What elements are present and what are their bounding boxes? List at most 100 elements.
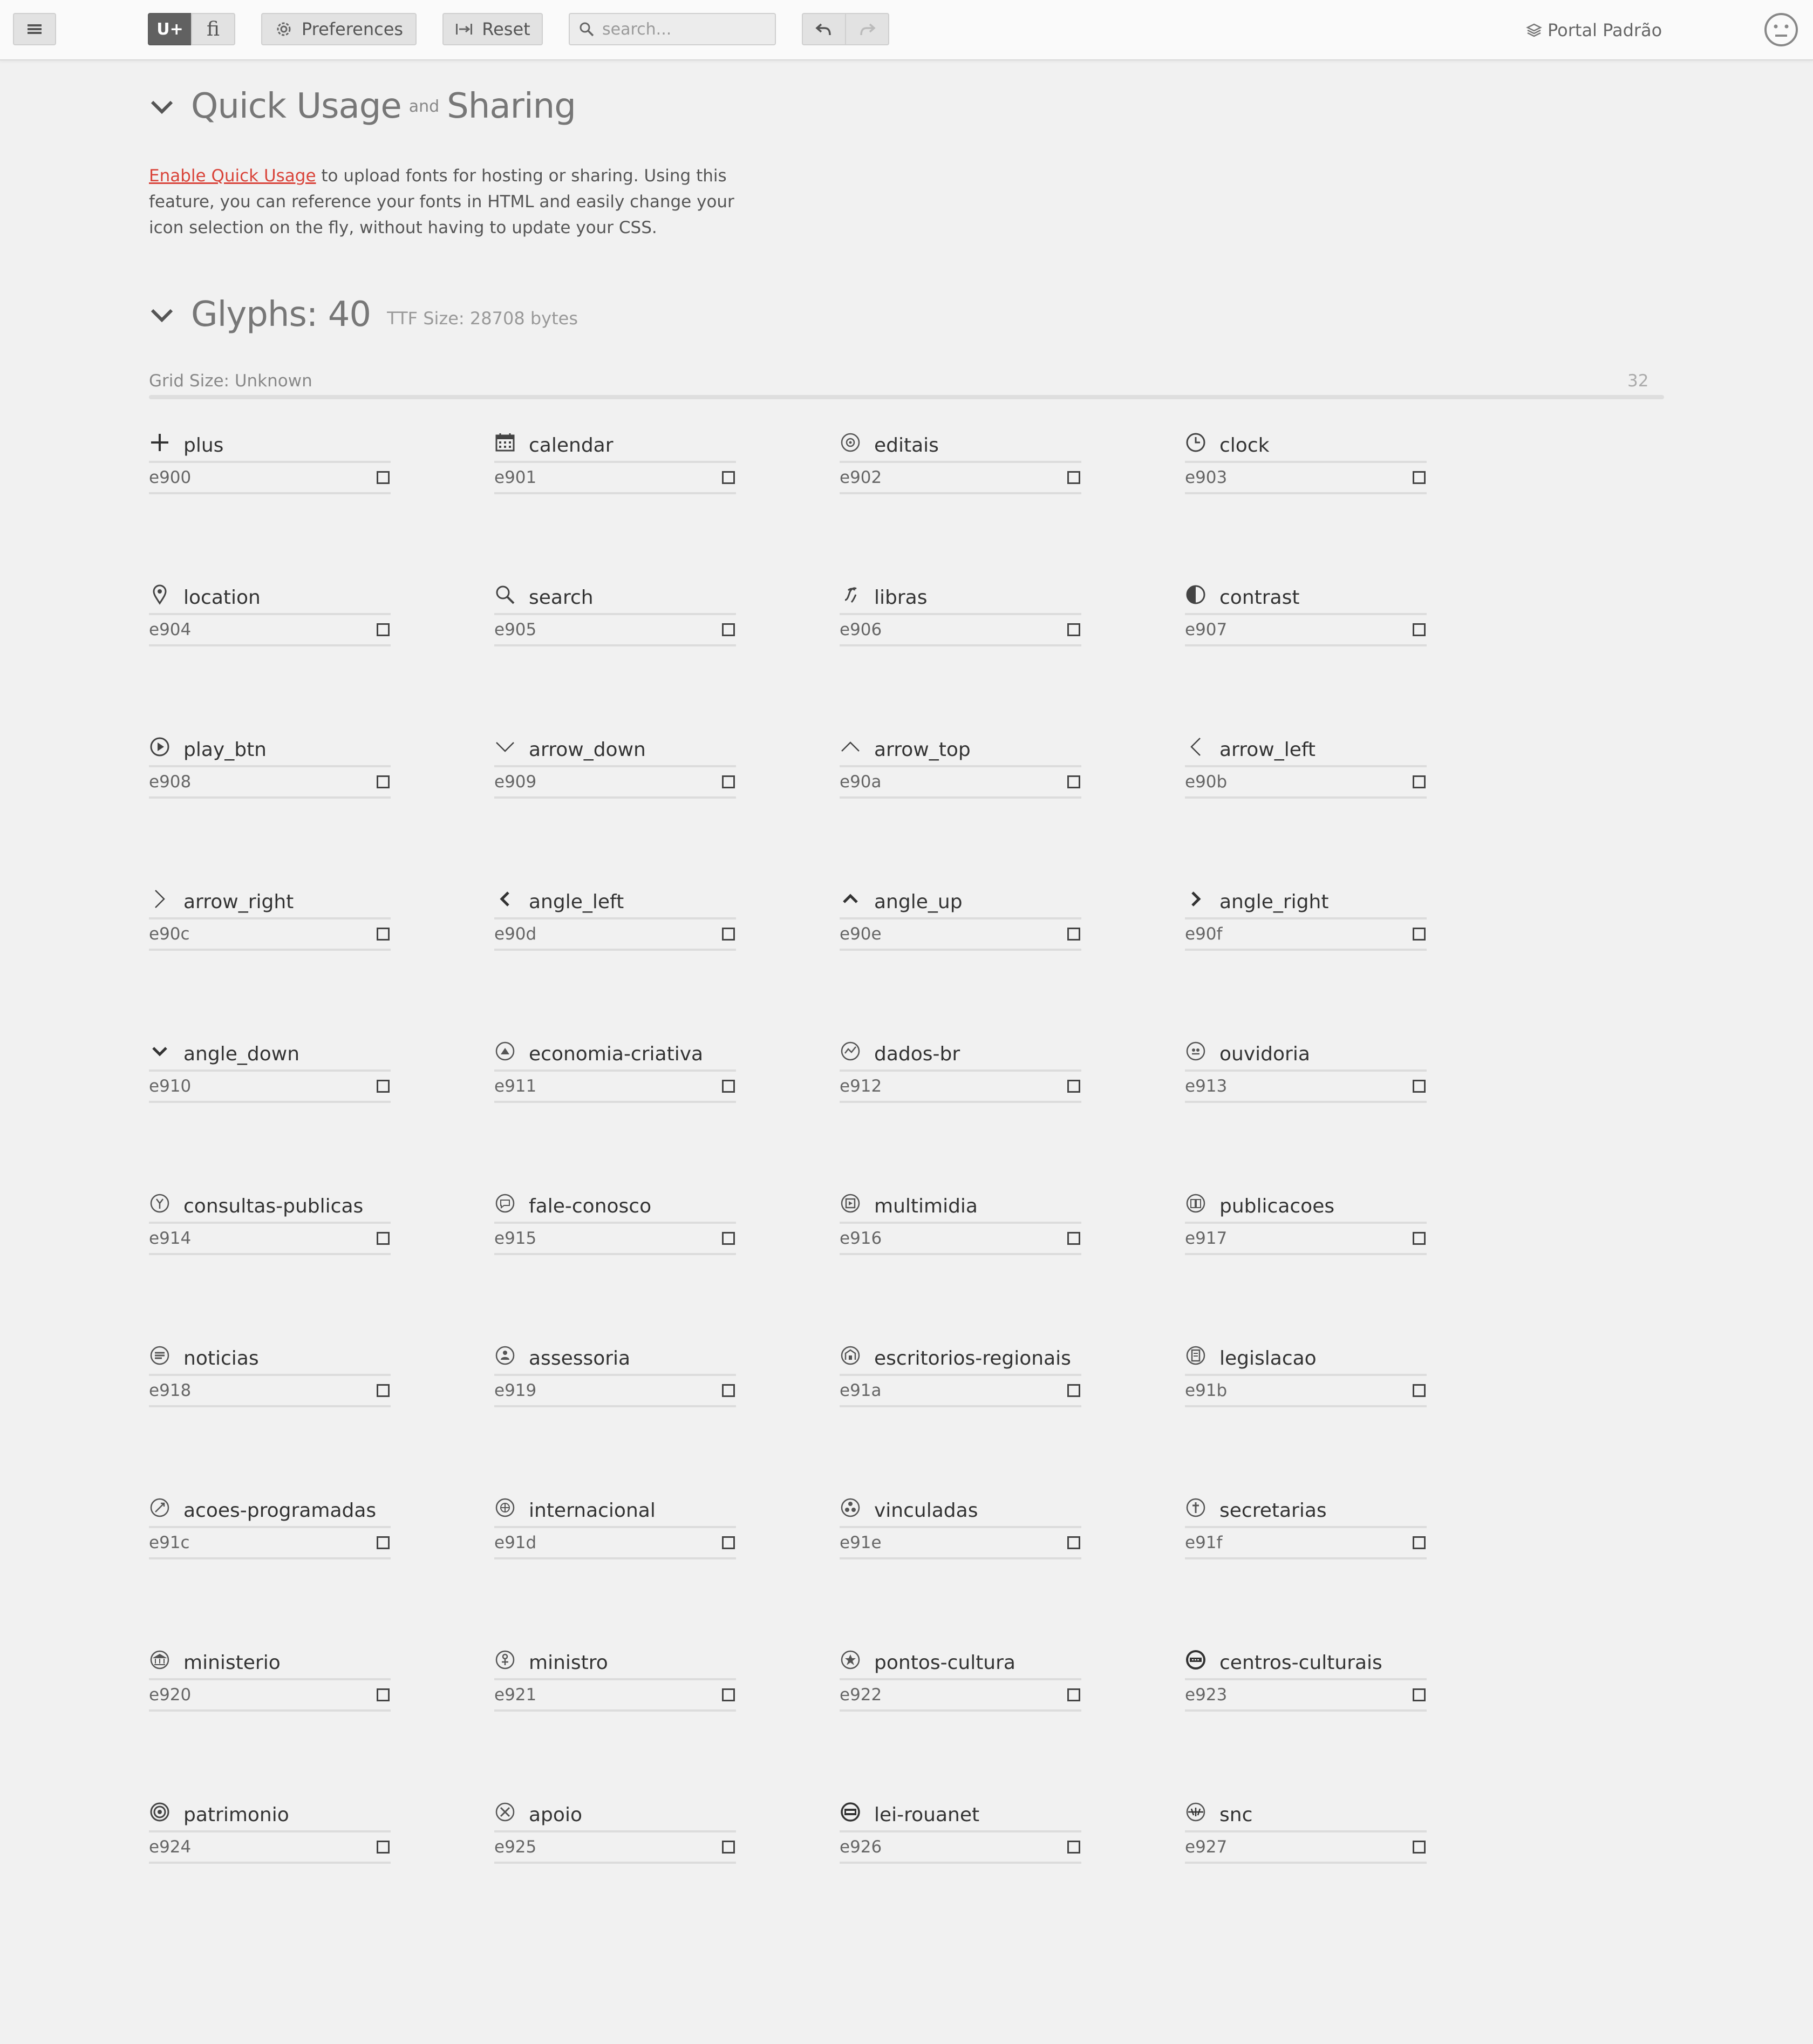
unicode-toggle[interactable]: U+ xyxy=(148,13,192,45)
glyph-card-escritorios-regionais[interactable]: escritorios-regionais e91a xyxy=(840,1339,1081,1409)
glyph-card-angle_up[interactable]: angle_up e90e xyxy=(840,883,1081,953)
glyph-name[interactable]: location xyxy=(183,586,261,610)
glyph-select-checkbox[interactable] xyxy=(1413,1536,1426,1549)
glyph-select-checkbox[interactable] xyxy=(377,1384,390,1397)
calendar-icon[interactable] xyxy=(494,432,516,453)
glyph-code[interactable]: e905 xyxy=(494,620,536,639)
glyph-code[interactable]: e901 xyxy=(494,468,536,487)
acoes-programadas-icon[interactable] xyxy=(149,1497,171,1518)
glyph-select-checkbox[interactable] xyxy=(722,471,735,484)
escritorios-regionais-icon[interactable] xyxy=(840,1345,861,1366)
glyph-code[interactable]: e924 xyxy=(149,1837,191,1857)
assessoria-icon[interactable] xyxy=(494,1345,516,1366)
glyph-card-fale-conosco[interactable]: fale-conosco e915 xyxy=(494,1187,736,1257)
glyph-name[interactable]: ministerio xyxy=(183,1651,281,1675)
glyph-name[interactable]: apoio xyxy=(529,1803,582,1827)
glyph-name[interactable]: search xyxy=(529,586,594,610)
glyph-code[interactable]: e909 xyxy=(494,772,536,792)
grid-size-slider[interactable] xyxy=(149,395,1664,399)
glyph-code[interactable]: e927 xyxy=(1185,1837,1227,1857)
arrow-down-icon[interactable] xyxy=(494,736,516,758)
glyph-code[interactable]: e91d xyxy=(494,1533,536,1552)
fale-conosco-icon[interactable] xyxy=(494,1193,516,1214)
glyph-code[interactable]: e918 xyxy=(149,1381,191,1400)
arrow-left-icon[interactable] xyxy=(1185,736,1207,758)
glyph-card-arrow_left[interactable]: arrow_left e90b xyxy=(1185,731,1427,801)
glyph-name[interactable]: patrimonio xyxy=(183,1803,289,1827)
glyph-select-checkbox[interactable] xyxy=(377,775,390,788)
glyph-name[interactable]: ministro xyxy=(529,1651,608,1675)
glyph-select-checkbox[interactable] xyxy=(722,1080,735,1093)
menu-button[interactable] xyxy=(13,13,56,45)
glyph-name[interactable]: dados-br xyxy=(874,1043,960,1066)
angle-down-icon[interactable] xyxy=(149,1040,171,1062)
glyph-card-apoio[interactable]: apoio e925 xyxy=(494,1796,736,1866)
glyph-select-checkbox[interactable] xyxy=(722,623,735,636)
glyph-select-checkbox[interactable] xyxy=(1067,1841,1080,1854)
glyph-card-libras[interactable]: libras e906 xyxy=(840,578,1081,649)
glyph-card-calendar[interactable]: calendar e901 xyxy=(494,426,736,496)
glyph-select-checkbox[interactable] xyxy=(722,1384,735,1397)
user-avatar-icon[interactable] xyxy=(1763,12,1799,47)
economia-criativa-icon[interactable] xyxy=(494,1040,516,1062)
glyph-select-checkbox[interactable] xyxy=(722,1536,735,1549)
glyph-name[interactable]: publicacoes xyxy=(1219,1195,1334,1218)
glyph-name[interactable]: escritorios-regionais xyxy=(874,1347,1071,1371)
glyph-name[interactable]: contrast xyxy=(1219,586,1299,610)
glyph-select-checkbox[interactable] xyxy=(1067,928,1080,941)
glyph-card-location[interactable]: location e904 xyxy=(149,578,391,649)
glyph-card-noticias[interactable]: noticias e918 xyxy=(149,1339,391,1409)
noticias-icon[interactable] xyxy=(149,1345,171,1366)
glyph-select-checkbox[interactable] xyxy=(377,623,390,636)
glyph-code[interactable]: e904 xyxy=(149,620,191,639)
glyph-select-checkbox[interactable] xyxy=(377,1841,390,1854)
glyph-select-checkbox[interactable] xyxy=(377,471,390,484)
glyph-code[interactable]: e902 xyxy=(840,468,882,487)
glyph-card-multimidia[interactable]: multimidia e916 xyxy=(840,1187,1081,1257)
glyph-select-checkbox[interactable] xyxy=(1067,623,1080,636)
glyph-code[interactable]: e91a xyxy=(840,1381,882,1400)
reset-button[interactable]: Reset xyxy=(442,13,543,45)
glyph-select-checkbox[interactable] xyxy=(377,1536,390,1549)
glyph-select-checkbox[interactable] xyxy=(1413,471,1426,484)
glyph-select-checkbox[interactable] xyxy=(377,1688,390,1701)
glyph-code[interactable]: e922 xyxy=(840,1685,882,1705)
glyph-name[interactable]: arrow_top xyxy=(874,738,971,762)
glyph-name[interactable]: clock xyxy=(1219,434,1269,458)
snc-icon[interactable] xyxy=(1185,1801,1207,1823)
glyph-name[interactable]: centros-culturais xyxy=(1219,1651,1382,1675)
glyph-select-checkbox[interactable] xyxy=(1413,623,1426,636)
glyph-card-assessoria[interactable]: assessoria e919 xyxy=(494,1339,736,1409)
glyph-code[interactable]: e916 xyxy=(840,1229,882,1248)
clock-icon[interactable] xyxy=(1185,432,1207,453)
glyph-code[interactable]: e90b xyxy=(1185,772,1227,792)
redo-button[interactable] xyxy=(845,13,889,45)
glyph-select-checkbox[interactable] xyxy=(1067,471,1080,484)
glyph-code[interactable]: e915 xyxy=(494,1229,536,1248)
glyph-card-plus[interactable]: plus e900 xyxy=(149,426,391,496)
glyph-card-ministro[interactable]: ministro e921 xyxy=(494,1644,736,1714)
glyph-card-arrow_down[interactable]: arrow_down e909 xyxy=(494,731,736,801)
project-selector[interactable]: Portal Padrão xyxy=(1526,18,1662,42)
glyph-name[interactable]: angle_down xyxy=(183,1043,299,1066)
glyph-code[interactable]: e926 xyxy=(840,1837,882,1857)
glyph-select-checkbox[interactable] xyxy=(1067,775,1080,788)
glyph-card-arrow_right[interactable]: arrow_right e90c xyxy=(149,883,391,953)
glyph-card-legislacao[interactable]: legislacao e91b xyxy=(1185,1339,1427,1409)
glyph-code[interactable]: e919 xyxy=(494,1381,536,1400)
glyph-code[interactable]: e90d xyxy=(494,924,536,944)
glyph-name[interactable]: vinculadas xyxy=(874,1499,978,1523)
glyph-name[interactable]: angle_left xyxy=(529,890,624,914)
glyph-card-patrimonio[interactable]: patrimonio e924 xyxy=(149,1796,391,1866)
glyph-name[interactable]: libras xyxy=(874,586,927,610)
glyph-name[interactable]: secretarias xyxy=(1219,1499,1327,1523)
glyph-code[interactable]: e90e xyxy=(840,924,882,944)
glyph-name[interactable]: consultas-publicas xyxy=(183,1195,363,1218)
angle-right-icon[interactable] xyxy=(1185,888,1207,910)
glyph-card-lei-rouanet[interactable]: lei-rouanet e926 xyxy=(840,1796,1081,1866)
glyph-code[interactable]: e91e xyxy=(840,1533,882,1552)
glyph-name[interactable]: snc xyxy=(1219,1803,1252,1827)
glyph-code[interactable]: e910 xyxy=(149,1076,191,1096)
glyph-card-search[interactable]: search e905 xyxy=(494,578,736,649)
glyph-card-arrow_top[interactable]: arrow_top e90a xyxy=(840,731,1081,801)
